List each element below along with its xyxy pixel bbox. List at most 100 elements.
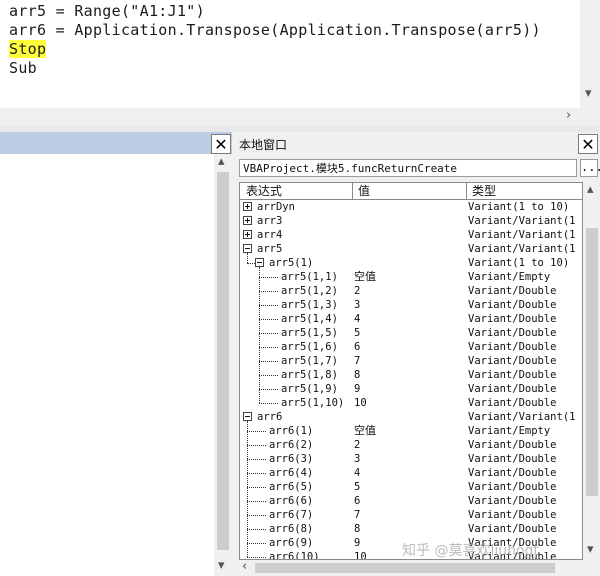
table-row[interactable]: arr5 Variant/Variant(1 t: [240, 242, 582, 256]
tree-connector: [247, 515, 266, 516]
cell-value[interactable]: [354, 256, 464, 270]
table-row[interactable]: arr6(2) 2 Variant/Double: [240, 438, 582, 452]
cell-expression: arr5(1,9): [281, 383, 338, 395]
table-row[interactable]: arr6(8) 8 Variant/Double: [240, 522, 582, 536]
scrollbar-thumb[interactable]: [586, 228, 598, 496]
table-row[interactable]: arr5(1,8) 8 Variant/Double: [240, 368, 582, 382]
cell-value[interactable]: 5: [354, 480, 464, 494]
table-row[interactable]: arr4 Variant/Variant(1 t: [240, 228, 582, 242]
code-line[interactable]: arr6 = Application.Transpose(Application…: [9, 21, 541, 40]
code-line[interactable]: Sub: [9, 59, 37, 78]
table-row[interactable]: arr6(3) 3 Variant/Double: [240, 452, 582, 466]
cell-type: Variant/Double: [468, 467, 557, 479]
cell-expression: arr5(1,6): [281, 341, 338, 353]
call-stack-button[interactable]: ...: [580, 159, 600, 177]
table-row[interactable]: arr6(6) 6 Variant/Double: [240, 494, 582, 508]
table-row[interactable]: arr5(1,10) 10 Variant/Double: [240, 396, 582, 410]
locals-grid[interactable]: 表达式 值 类型 arrDyn Variant(1 to 10) arr3 Varia…: [239, 182, 583, 560]
cell-expression: arr5: [257, 243, 283, 255]
expand-icon[interactable]: [243, 216, 252, 225]
cell-value[interactable]: 7: [354, 354, 464, 368]
code-horizontal-scrollbar[interactable]: ›: [0, 108, 580, 126]
cell-value[interactable]: 8: [354, 522, 464, 536]
table-row[interactable]: arr6 Variant/Variant(1 t: [240, 410, 582, 424]
grid-vertical-scrollbar[interactable]: ▴ ▾: [584, 182, 600, 560]
table-row[interactable]: arr5(1,2) 2 Variant/Double: [240, 284, 582, 298]
cell-value[interactable]: 6: [354, 494, 464, 508]
code-line[interactable]: arr5 = Range("A1:J1"): [9, 2, 205, 21]
cell-value[interactable]: [354, 228, 464, 242]
table-row[interactable]: arr6(4) 4 Variant/Double: [240, 466, 582, 480]
close-icon[interactable]: ✕: [211, 134, 231, 154]
table-row[interactable]: arrDyn Variant(1 to 10): [240, 200, 582, 214]
tree-connector: [247, 557, 266, 558]
scroll-left-arrow-icon[interactable]: ‹: [242, 559, 247, 574]
cell-type: Variant/Empty: [468, 425, 551, 437]
cell-type: Variant/Double: [468, 299, 557, 311]
table-row[interactable]: arr5(1,6) 6 Variant/Double: [240, 340, 582, 354]
expand-icon[interactable]: [243, 202, 252, 211]
expand-icon[interactable]: [243, 230, 252, 239]
scroll-down-arrow-icon[interactable]: ▾: [218, 558, 225, 573]
column-divider[interactable]: [352, 183, 353, 199]
table-row[interactable]: arr5(1,7) 7 Variant/Double: [240, 354, 582, 368]
cell-value[interactable]: 空值: [354, 424, 464, 438]
table-row[interactable]: arr5(1,4) 4 Variant/Double: [240, 312, 582, 326]
cell-value[interactable]: 7: [354, 508, 464, 522]
column-header-type[interactable]: 类型: [472, 183, 496, 199]
table-row[interactable]: arr5(1,9) 9 Variant/Double: [240, 382, 582, 396]
scroll-right-arrow-icon[interactable]: ›: [566, 108, 571, 123]
cell-value[interactable]: 10: [354, 396, 464, 410]
code-line[interactable]: Stop: [9, 40, 47, 59]
table-row[interactable]: arr6(1) 空值 Variant/Empty: [240, 424, 582, 438]
scroll-down-arrow-icon[interactable]: ▾: [587, 542, 594, 557]
left-pane-scrollbar[interactable]: ▴ ▾: [214, 154, 232, 576]
cell-value[interactable]: [354, 214, 464, 228]
cell-value[interactable]: 3: [354, 298, 464, 312]
scroll-down-arrow-icon[interactable]: ▾: [585, 86, 592, 101]
cell-value[interactable]: 9: [354, 382, 464, 396]
table-row[interactable]: arr3 Variant/Variant(1 t: [240, 214, 582, 228]
cell-value[interactable]: 3: [354, 452, 464, 466]
table-row[interactable]: arr6(7) 7 Variant/Double: [240, 508, 582, 522]
column-divider[interactable]: [466, 183, 467, 199]
cell-value[interactable]: 5: [354, 326, 464, 340]
column-header-expression[interactable]: 表达式: [246, 183, 282, 199]
collapse-icon[interactable]: [243, 244, 252, 253]
tree-connector: [247, 473, 266, 474]
cell-value[interactable]: 空值: [354, 270, 464, 284]
tree-connector: [259, 319, 278, 320]
cell-expression: arr5(1): [269, 257, 314, 269]
table-row[interactable]: arr5(1) Variant(1 to 10): [240, 256, 582, 270]
code-vertical-scrollbar[interactable]: ▾: [580, 0, 600, 108]
tree-connector: [259, 389, 278, 390]
scroll-up-arrow-icon[interactable]: ▴: [218, 154, 225, 169]
cell-type: Variant/Double: [468, 439, 557, 451]
cell-value[interactable]: [354, 410, 464, 424]
code-editor[interactable]: arr5 = Range("A1:J1") arr6 = Application…: [0, 0, 580, 108]
column-header-value[interactable]: 值: [358, 183, 370, 199]
cell-value[interactable]: 8: [354, 368, 464, 382]
cell-value[interactable]: [354, 242, 464, 256]
cell-value[interactable]: 2: [354, 438, 464, 452]
cell-value[interactable]: 4: [354, 312, 464, 326]
scroll-up-arrow-icon[interactable]: ▴: [587, 182, 594, 197]
table-row[interactable]: arr5(1,1) 空值 Variant/Empty: [240, 270, 582, 284]
cell-expression: arr6(5): [269, 481, 314, 493]
scrollbar-thumb[interactable]: [217, 172, 229, 550]
cell-value[interactable]: [354, 200, 464, 214]
table-row[interactable]: arr6(5) 5 Variant/Double: [240, 480, 582, 494]
scrollbar-thumb[interactable]: [255, 563, 555, 573]
tree-connector: [259, 361, 278, 362]
collapse-icon[interactable]: [255, 258, 264, 267]
grid-horizontal-scrollbar[interactable]: ‹: [239, 559, 584, 576]
cell-value[interactable]: 4: [354, 466, 464, 480]
cell-value[interactable]: 2: [354, 284, 464, 298]
table-row[interactable]: arr5(1,3) 3 Variant/Double: [240, 298, 582, 312]
table-row[interactable]: arr5(1,5) 5 Variant/Double: [240, 326, 582, 340]
cell-type: Variant/Double: [468, 397, 557, 409]
close-icon[interactable]: ✕: [578, 134, 598, 154]
cell-type: Variant/Double: [468, 523, 557, 535]
cell-value[interactable]: 6: [354, 340, 464, 354]
collapse-icon[interactable]: [243, 412, 252, 421]
